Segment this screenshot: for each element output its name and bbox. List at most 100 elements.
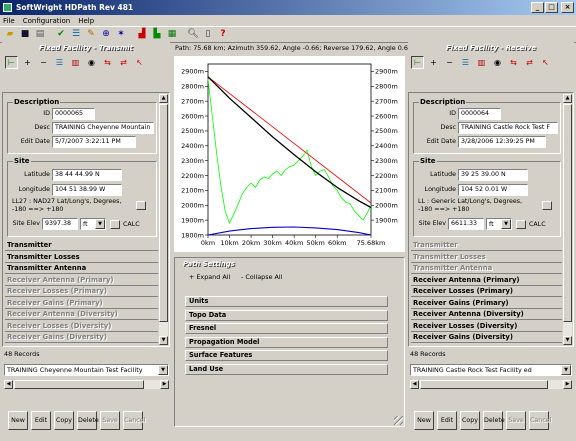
delete-button[interactable]: Delete	[483, 411, 505, 430]
latitude-field[interactable]: 38 44 44.99 N	[52, 169, 122, 181]
edit-date-field[interactable]: 5/7/2007 3:22:11 PM	[52, 136, 136, 148]
right-facility-select[interactable]: TRAINING Castle Rock Test Facility ed ▼	[410, 364, 572, 376]
scroll-thumb[interactable]	[14, 380, 144, 389]
id-field[interactable]: 0000064	[458, 108, 501, 120]
transfer-icon[interactable]: ⇆	[507, 56, 520, 69]
section-receiver-antenna-primary[interactable]: Receiver Antenna (Primary)	[411, 275, 562, 286]
id-field[interactable]: 0000065	[52, 108, 95, 120]
datum-button[interactable]	[136, 201, 146, 210]
section-receiver-antenna-diversity[interactable]: Receiver Antenna (Diversity)	[5, 309, 158, 320]
scroll-left-icon[interactable]: ◀	[4, 380, 13, 389]
sun-icon[interactable]: ✶	[114, 28, 128, 42]
scroll-up-icon[interactable]: ▲	[563, 94, 572, 103]
left-horizontal-scrollbar[interactable]: ◀ ▶	[4, 380, 169, 389]
open-folder-icon[interactable]: ▰	[3, 28, 17, 42]
profile-icon[interactable]: ▟	[135, 28, 149, 42]
section-receiver-gains-diversity[interactable]: Receiver Gains (Diversity)	[411, 332, 562, 343]
settings-section-units[interactable]: Units	[185, 296, 388, 307]
scroll-right-icon[interactable]: ▶	[563, 380, 572, 389]
edit-date-field[interactable]: 3/28/2006 12:39:25 PM	[458, 136, 546, 148]
section-receiver-gains-diversity[interactable]: Receiver Gains (Diversity)	[5, 332, 158, 343]
section-transmitter[interactable]: Transmitter	[5, 240, 158, 251]
edit-button[interactable]: Edit	[31, 411, 51, 430]
section-transmitter-antenna[interactable]: Transmitter Antenna	[5, 263, 158, 274]
section-receiver-antenna-diversity[interactable]: Receiver Antenna (Diversity)	[411, 309, 562, 320]
copy-button[interactable]: Copy	[54, 411, 74, 430]
site-elev-field[interactable]: 6611.33	[448, 218, 484, 230]
cancel-button[interactable]: Cancel	[123, 411, 145, 430]
section-receiver-losses-diversity[interactable]: Receiver Losses (Diversity)	[411, 321, 562, 332]
collapse-all-link[interactable]: - Collapse All	[241, 273, 282, 281]
chevron-down-icon[interactable]: ▼	[158, 365, 168, 375]
section-receiver-losses-diversity[interactable]: Receiver Losses (Diversity)	[5, 321, 158, 332]
save-icon[interactable]: ■	[18, 28, 32, 42]
menu-file[interactable]: File	[3, 17, 15, 25]
calc-button[interactable]	[110, 220, 120, 229]
transfer-icon[interactable]: ⇆	[101, 56, 114, 69]
section-receiver-antenna-primary[interactable]: Receiver Antenna (Primary)	[5, 275, 158, 286]
save-button[interactable]: Save	[100, 411, 120, 430]
report-icon[interactable]: ▦	[165, 28, 179, 42]
settings-section-fresnel[interactable]: Fresnel	[185, 323, 388, 335]
zoom-icon[interactable]: 🔍︎	[186, 28, 200, 42]
settings-section-surface-features[interactable]: Surface Features	[185, 350, 388, 362]
menu-configuration[interactable]: Configuration	[23, 17, 70, 25]
right-horizontal-scrollbar[interactable]: ◀ ▶	[410, 380, 572, 389]
section-transmitter-losses[interactable]: Transmitter Losses	[411, 252, 562, 263]
latitude-field[interactable]: 39 25 39.00 N	[458, 169, 528, 181]
delete-button[interactable]: Delete	[77, 411, 99, 430]
section-transmitter[interactable]: Transmitter	[411, 240, 562, 251]
right-vertical-scrollbar[interactable]: ▲ ▼	[563, 94, 572, 345]
list-icon[interactable]: ☰	[459, 56, 472, 69]
left-vertical-scrollbar[interactable]: ▲ ▼	[159, 94, 168, 345]
section-receiver-gains-primary[interactable]: Receiver Gains (Primary)	[411, 298, 562, 309]
add-icon[interactable]: +	[427, 56, 440, 69]
pencil-icon[interactable]: ✎	[84, 28, 98, 42]
page-icon[interactable]: ▯	[201, 28, 215, 42]
scroll-left-icon[interactable]: ◀	[410, 380, 419, 389]
datum-button[interactable]	[542, 201, 552, 210]
binoculars-icon[interactable]: ◉	[491, 56, 504, 69]
list-icon[interactable]: ☰	[69, 28, 83, 42]
chevron-down-icon[interactable]: ▼	[561, 365, 571, 375]
scroll-thumb[interactable]	[563, 104, 572, 322]
export-icon[interactable]: ⇄	[523, 56, 536, 69]
settings-section-land-use[interactable]: Land Use	[185, 364, 388, 375]
settings-section-propagation-model[interactable]: Propagation Model	[185, 336, 388, 348]
remove-icon[interactable]: −	[37, 56, 50, 69]
help-icon[interactable]: ?	[216, 28, 230, 42]
section-receiver-losses-primary[interactable]: Receiver Losses (Primary)	[411, 286, 562, 297]
crosshair-icon[interactable]: ⊕	[99, 28, 113, 42]
scroll-down-icon[interactable]: ▼	[159, 336, 168, 345]
desc-field[interactable]: TRAINING Castle Rock Test F	[458, 122, 558, 134]
desc-field[interactable]: TRAINING Cheyenne Mountain	[52, 122, 154, 134]
left-facility-select[interactable]: TRAINING Cheyenne Mountain Test Facility…	[4, 364, 169, 376]
section-receiver-gains-primary[interactable]: Receiver Gains (Primary)	[5, 298, 158, 309]
add-icon[interactable]: +	[21, 56, 34, 69]
resize-grip[interactable]	[394, 416, 403, 425]
section-transmitter-antenna[interactable]: Transmitter Antenna	[411, 263, 562, 274]
copy-button[interactable]: Copy	[460, 411, 480, 430]
elev-unit-select[interactable]: ft ▼	[80, 218, 106, 230]
elev-unit-select[interactable]: ft ▼	[486, 218, 512, 230]
maximize-button[interactable]: □	[545, 2, 558, 13]
select-link-icon[interactable]: ⊢	[5, 56, 18, 69]
new-button[interactable]: New	[8, 411, 28, 430]
site-elev-field[interactable]: 9397.38	[42, 218, 78, 230]
terrain-icon[interactable]: ▙	[150, 28, 164, 42]
chevron-down-icon[interactable]: ▼	[501, 219, 511, 229]
close-button[interactable]: ×	[561, 2, 574, 13]
menu-help[interactable]: Help	[78, 17, 94, 25]
longitude-field[interactable]: 104 52 0.01 W	[458, 184, 528, 196]
grid-icon[interactable]: ▥	[475, 56, 488, 69]
export-icon[interactable]: ⇄	[117, 56, 130, 69]
print-icon[interactable]: ▤	[33, 28, 47, 42]
chevron-down-icon[interactable]: ▼	[95, 219, 105, 229]
section-receiver-losses-primary[interactable]: Receiver Losses (Primary)	[5, 286, 158, 297]
section-transmitter-losses[interactable]: Transmitter Losses	[5, 252, 158, 263]
list-icon[interactable]: ☰	[53, 56, 66, 69]
longitude-field[interactable]: 104 51 38.99 W	[52, 184, 122, 196]
calc-button[interactable]	[516, 220, 526, 229]
save-button[interactable]: Save	[506, 411, 526, 430]
binoculars-icon[interactable]: ◉	[85, 56, 98, 69]
